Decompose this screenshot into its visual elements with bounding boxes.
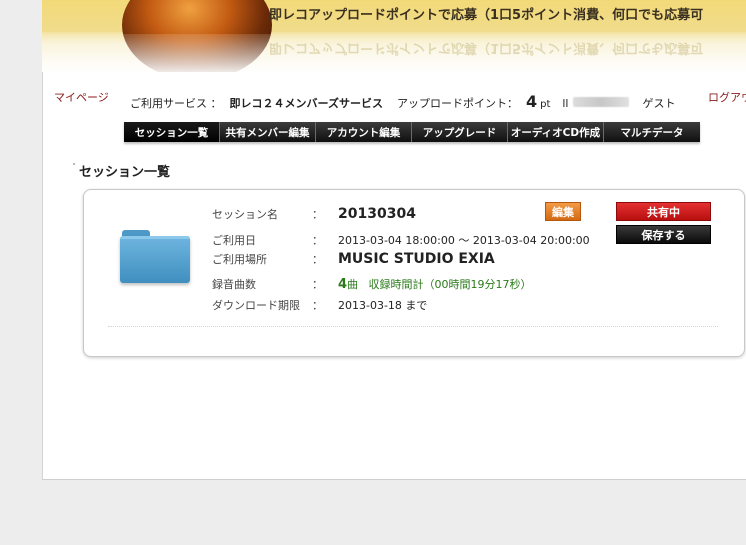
user-id-prefix: ll bbox=[562, 97, 569, 110]
session-place-label: ご利用場所 bbox=[212, 253, 267, 266]
session-date-value: 2013-03-04 18:00:00 〜 2013-03-04 20:00:0… bbox=[338, 234, 590, 247]
promo-banner[interactable]: 即レコアップロードポイントで応募（1口5ポイント消費、何口でも応募可 即レコアッ… bbox=[42, 0, 746, 72]
save-button[interactable]: 保存する bbox=[616, 225, 711, 244]
session-date-label: ご利用日 bbox=[212, 234, 256, 247]
sharing-button[interactable]: 共有中 bbox=[616, 202, 711, 221]
nav-multi-data[interactable]: マルチデータ bbox=[604, 122, 700, 142]
colon: ： bbox=[312, 208, 323, 221]
session-place-row: ご利用場所 ： MUSIC STUDIO EXIA bbox=[212, 251, 495, 267]
session-name-value: 20130304 bbox=[338, 206, 416, 222]
user-id-redacted bbox=[572, 97, 629, 107]
main-nav: セッション一覧 共有メンバー編集 アカウント編集 アップグレード オーディオCD… bbox=[124, 122, 700, 142]
service-label: ご利用サービス ： bbox=[130, 97, 222, 110]
nav-audio-cd[interactable]: オーディオCD作成 bbox=[508, 122, 604, 142]
banner-title: 即レコアップロードポイントで応募（1口5ポイント消費、何口でも応募可 bbox=[269, 8, 704, 23]
nav-session-list[interactable]: セッション一覧 bbox=[124, 122, 220, 142]
track-total-time: 収録時間計（00時間19分17秒） bbox=[368, 278, 532, 291]
mypage-link[interactable]: マイページ bbox=[54, 89, 109, 105]
colon: ： bbox=[312, 278, 323, 291]
logout-link[interactable]: ログアウ bbox=[708, 89, 746, 105]
edit-button[interactable]: 編集 bbox=[545, 202, 581, 221]
colon: ： bbox=[312, 299, 323, 312]
upload-points-value: 4 bbox=[525, 92, 538, 111]
heading-bullet bbox=[73, 163, 75, 165]
session-name-row: セッション名 ： 20130304 bbox=[212, 206, 416, 222]
session-deadline-label: ダウンロード期限 bbox=[212, 299, 300, 312]
session-deadline-value: 2013-03-18 まで bbox=[338, 299, 428, 312]
nav-share-member-edit[interactable]: 共有メンバー編集 bbox=[220, 122, 316, 142]
service-name: 即レコ２４メンバーズサービス bbox=[229, 97, 383, 110]
session-tracks-value: 4曲 収録時間計（00時間19分17秒） bbox=[338, 276, 532, 292]
session-tracks-row: 録音曲数 ： 4曲 収録時間計（00時間19分17秒） bbox=[212, 276, 532, 292]
upload-points-unit: pt bbox=[540, 99, 551, 110]
session-place-value: MUSIC STUDIO EXIA bbox=[338, 251, 495, 267]
session-date-row: ご利用日 ： 2013-03-04 18:00:00 〜 2013-03-04 … bbox=[212, 232, 590, 248]
colon: ： bbox=[312, 234, 323, 247]
track-count: 4 bbox=[338, 277, 348, 292]
card-divider bbox=[108, 326, 718, 327]
session-tracks-label: 録音曲数 bbox=[212, 278, 256, 291]
page-title: セッション一覧 bbox=[79, 165, 171, 180]
nav-upgrade[interactable]: アップグレード bbox=[412, 122, 508, 142]
folder-icon[interactable] bbox=[120, 230, 192, 284]
user-type: ゲスト bbox=[642, 97, 676, 110]
track-unit: 曲 bbox=[347, 278, 359, 291]
folder-icon-lip bbox=[120, 236, 190, 239]
session-deadline-row: ダウンロード期限 ： 2013-03-18 まで bbox=[212, 297, 427, 313]
session-card: セッション名 ： 20130304 ご利用日 ： 2013-03-04 18:0… bbox=[83, 189, 745, 357]
service-info: ご利用サービス ： 即レコ２４メンバーズサービス アップロードポイント： 4 p… bbox=[130, 92, 676, 111]
banner-title-reflection: 即レコアップロードポイントで応募（1口5ポイント消費、何口でも応募可 bbox=[269, 40, 704, 55]
nav-account-edit[interactable]: アカウント編集 bbox=[316, 122, 412, 142]
session-name-label: セッション名 bbox=[212, 208, 278, 221]
upload-points-label: アップロードポイント： bbox=[396, 97, 518, 110]
colon: ： bbox=[312, 253, 323, 266]
folder-icon-body bbox=[120, 236, 190, 283]
